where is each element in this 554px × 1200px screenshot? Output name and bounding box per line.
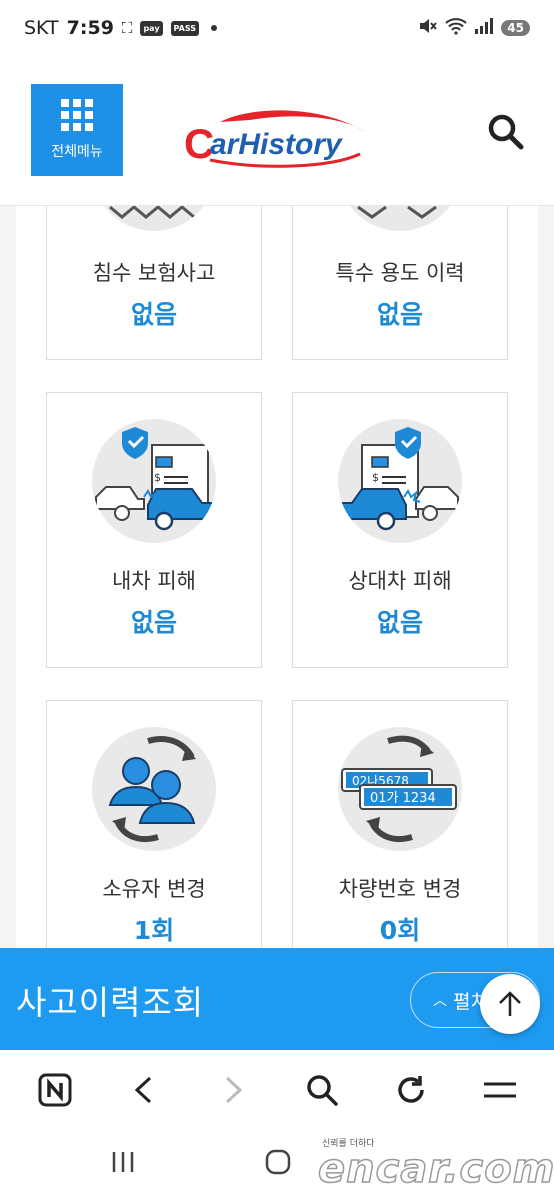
- card-title: 내차 피해: [112, 569, 196, 593]
- card-title: 특수 용도 이력: [335, 261, 465, 285]
- owner-change-card: 소유자 변경 1회: [46, 700, 262, 950]
- all-menu-label: 전체메뉴: [51, 144, 103, 160]
- card-title: 상대차 피해: [348, 569, 452, 593]
- content-area: 침수 보험사고 없음 특수 용도 이력 없음 $ 내차 피해 없음 $ 상대차 …: [0, 206, 554, 950]
- browser-search-button[interactable]: [298, 1066, 346, 1114]
- clock: 7:59: [66, 17, 114, 39]
- card-value: 없음: [376, 608, 423, 637]
- plate-change-card: 02나5678 01가 1234 차량번호 변경 0회: [292, 700, 508, 950]
- other-car-damage-card: $ 상대차 피해 없음: [292, 392, 508, 668]
- chevron-left-icon: [134, 1076, 151, 1104]
- scroll-to-top-button[interactable]: [480, 974, 540, 1034]
- naver-home-button[interactable]: [31, 1066, 79, 1114]
- search-button[interactable]: [486, 112, 526, 152]
- site-header: 전체메뉴 C arHistory: [0, 56, 554, 206]
- notification-dot-icon: [211, 25, 218, 31]
- pay-badge: pay: [140, 20, 163, 36]
- svg-text:$: $: [154, 471, 161, 484]
- refresh-icon: [397, 1076, 424, 1103]
- search-icon: [306, 1075, 338, 1106]
- card-value: 없음: [130, 608, 177, 637]
- hamburger-menu-icon: [483, 1082, 516, 1098]
- encar-watermark: encar.com: [317, 1145, 554, 1193]
- card-value: 0회: [379, 916, 421, 945]
- own-car-damage-card: $ 내차 피해 없음: [46, 392, 262, 668]
- card-value: 1회: [133, 916, 175, 945]
- mute-icon: [417, 16, 438, 41]
- banner-title: 사고이력조회: [16, 983, 205, 1022]
- grid-menu-icon: [61, 99, 93, 131]
- svg-text:arHistory: arHistory: [210, 128, 343, 161]
- forward-button[interactable]: [209, 1066, 257, 1114]
- carrier-label: SKT: [24, 17, 59, 39]
- own-car-damage-illustration: $: [92, 419, 216, 543]
- chevron-right-icon: [225, 1076, 242, 1104]
- all-menu-button[interactable]: 전체메뉴: [31, 84, 123, 176]
- accident-history-banner[interactable]: 사고이력조회 ︿ 펼치: [0, 948, 554, 1050]
- reload-button[interactable]: [387, 1066, 435, 1114]
- owner-change-illustration: [92, 727, 216, 851]
- plate-change-illustration: 02나5678 01가 1234: [338, 727, 462, 851]
- search-icon: [488, 114, 524, 150]
- browser-menu-button[interactable]: [476, 1066, 524, 1114]
- flood-insurance-card: 침수 보험사고 없음: [46, 206, 262, 360]
- other-car-damage-illustration: $: [338, 419, 462, 543]
- new-plate-text: 01가 1234: [370, 791, 436, 806]
- chevron-up-icon: ︿: [433, 993, 447, 1009]
- back-button[interactable]: [120, 1066, 168, 1114]
- arrow-up-icon: [499, 991, 521, 1016]
- card-title: 침수 보험사고: [92, 261, 216, 285]
- pass-badge: PASS: [170, 20, 200, 36]
- naver-n-icon: [38, 1073, 71, 1107]
- card-title: 소유자 변경: [102, 877, 206, 901]
- card-title: 차량번호 변경: [338, 877, 462, 901]
- status-bar: SKT 7:59 ⛶ pay PASS 45: [0, 0, 554, 56]
- special-use-illustration: [338, 206, 462, 231]
- recent-apps-button[interactable]: [110, 1150, 136, 1178]
- flood-illustration: [92, 206, 216, 231]
- home-button[interactable]: [264, 1148, 292, 1180]
- screenshot-icon: ⛶: [121, 19, 133, 37]
- browser-toolbar: [0, 1050, 554, 1130]
- carhistory-logo[interactable]: C arHistory: [180, 104, 380, 174]
- signal-icon: [475, 17, 494, 39]
- recent-apps-icon: [112, 1152, 134, 1172]
- special-use-card: 특수 용도 이력 없음: [292, 206, 508, 360]
- history-card-panel: 침수 보험사고 없음 특수 용도 이력 없음 $ 내차 피해 없음 $ 상대차 …: [16, 206, 538, 950]
- home-icon: [265, 1149, 291, 1175]
- battery-indicator: 45: [501, 20, 530, 36]
- system-navigation-bar: 신뢰를 더하다 encar.com: [0, 1130, 554, 1200]
- card-value: 없음: [376, 300, 423, 329]
- svg-text:$: $: [372, 471, 379, 484]
- wifi-icon: [445, 17, 467, 40]
- card-value: 없음: [130, 300, 177, 329]
